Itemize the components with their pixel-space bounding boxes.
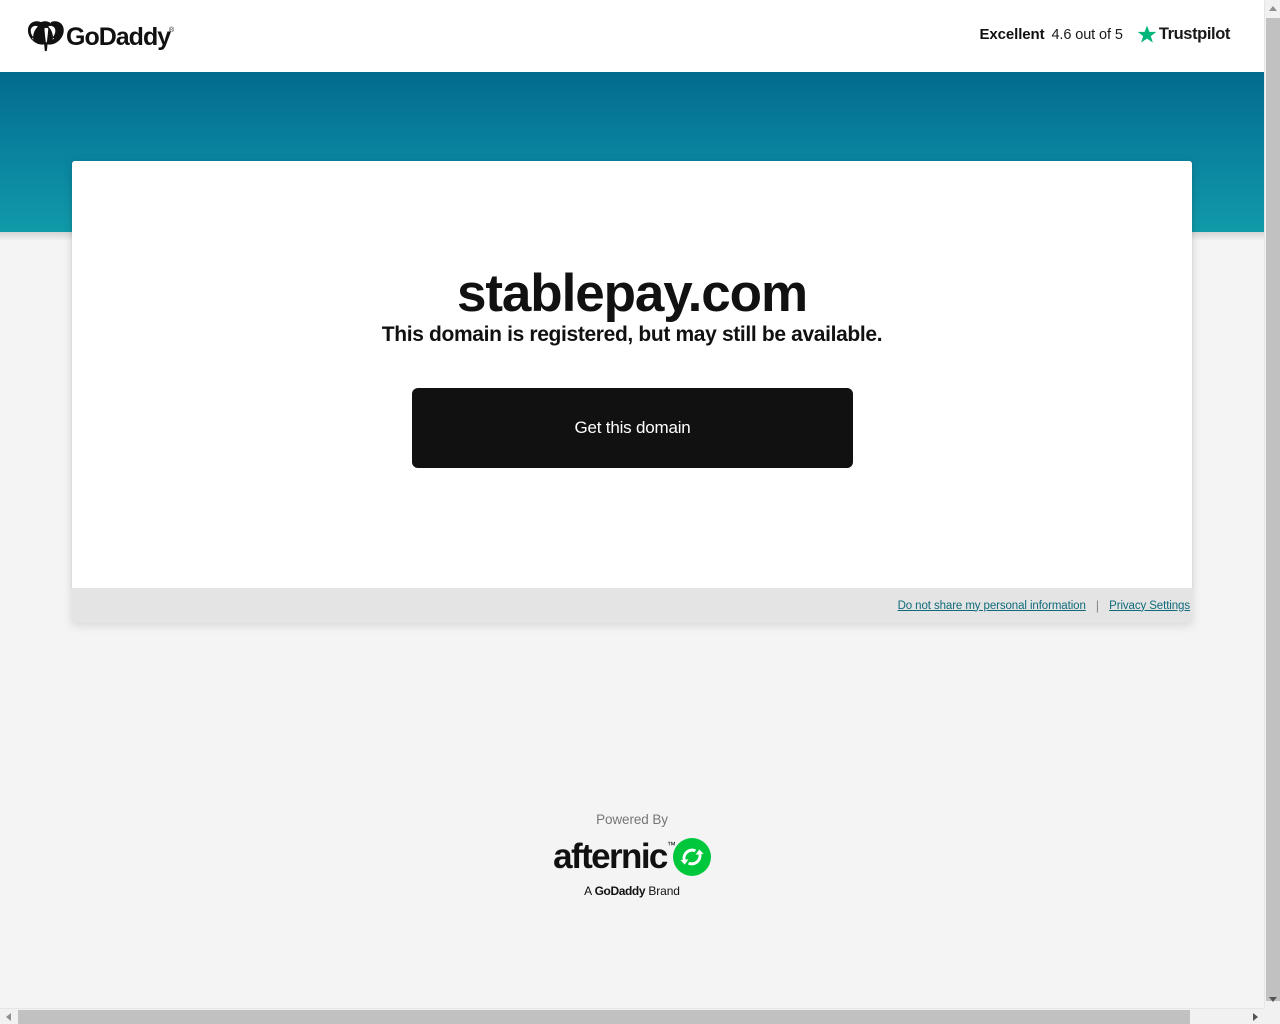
vertical-scrollbar[interactable] — [1264, 0, 1280, 1008]
scroll-right-button[interactable] — [1247, 1009, 1264, 1024]
trustpilot-rating-score: 4.6 out of 5 — [1051, 26, 1123, 43]
trustpilot-star-icon — [1137, 25, 1157, 43]
browser-viewport: GoDaddy ® Excellent 4.6 out of 5 Trustpi… — [0, 0, 1264, 1008]
afternic-wordmark-container: afternic ™ — [553, 837, 676, 877]
svg-text:GoDaddy: GoDaddy — [66, 23, 171, 51]
brand-line-prefix: A — [584, 884, 595, 898]
godaddy-logo[interactable]: GoDaddy ® — [28, 20, 174, 53]
scroll-left-button[interactable] — [0, 1009, 17, 1024]
afternic-brand-line: A GoDaddy Brand — [0, 884, 1264, 898]
horizontal-scrollbar[interactable] — [0, 1008, 1264, 1024]
powered-by-section: Powered By afternic ™ A GoDaddy Brand — [0, 812, 1264, 898]
page-title: stablepay.com — [457, 263, 808, 323]
domain-card: stablepay.com This domain is registered,… — [72, 161, 1192, 588]
domain-card-shell: stablepay.com This domain is registered,… — [72, 161, 1192, 623]
site-header: GoDaddy ® Excellent 4.6 out of 5 Trustpi… — [0, 0, 1264, 72]
horizontal-scrollbar-thumb[interactable] — [18, 1010, 1190, 1024]
scroll-right-arrow-icon — [1253, 1012, 1258, 1021]
privacy-settings-link[interactable]: Privacy Settings — [1109, 600, 1190, 612]
scrollbar-corner — [1264, 1008, 1280, 1024]
card-footer: Do not share my personal information | P… — [72, 588, 1192, 623]
footer-divider: | — [1095, 598, 1100, 613]
svg-text:®: ® — [169, 26, 174, 34]
brand-line-suffix: Brand — [645, 884, 680, 898]
powered-by-label: Powered By — [596, 812, 668, 827]
afternic-recycle-arrows-icon — [672, 838, 711, 876]
trustpilot-rating[interactable]: Excellent 4.6 out of 5 Trustpilot — [980, 25, 1231, 44]
domain-status-message: This domain is registered, but may still… — [381, 323, 883, 346]
scroll-down-arrow-icon — [1268, 997, 1277, 1002]
brand-line-godaddy: GoDaddy — [594, 884, 646, 898]
trustpilot-rating-word: Excellent — [979, 26, 1045, 43]
scroll-up-arrow-icon — [1268, 6, 1277, 11]
afternic-wordmark: afternic — [553, 837, 668, 876]
scroll-down-button[interactable] — [1265, 991, 1280, 1008]
scroll-up-button[interactable] — [1265, 0, 1280, 17]
trustpilot-wordmark: Trustpilot — [1158, 25, 1231, 43]
get-this-domain-button[interactable]: Get this domain — [412, 388, 853, 468]
godaddy-heart-logo-icon: GoDaddy ® — [28, 21, 174, 52]
do-not-share-personal-info-link[interactable]: Do not share my personal information — [898, 600, 1086, 612]
afternic-trademark: ™ — [666, 840, 676, 850]
scroll-left-arrow-icon — [6, 1012, 11, 1021]
vertical-scrollbar-thumb[interactable] — [1266, 18, 1280, 1001]
afternic-logo[interactable]: afternic ™ — [0, 837, 1264, 877]
trustpilot-logo: Trustpilot — [1137, 25, 1230, 44]
